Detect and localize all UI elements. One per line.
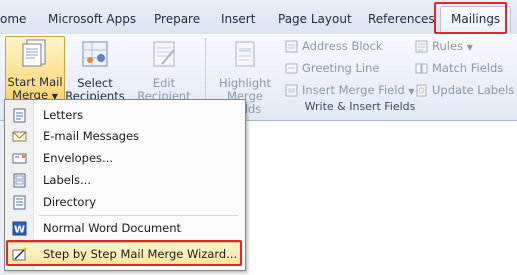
menu-item-label: Letters xyxy=(43,108,84,122)
edit-list-icon xyxy=(153,41,175,67)
menu-item-label: Normal Word Document xyxy=(43,221,182,235)
chevron-down-icon: ▼ xyxy=(466,43,473,52)
menu-item-normal-word-document[interactable]: W Normal Word Document xyxy=(5,217,245,239)
greeting-line-icon xyxy=(285,63,298,74)
menu-separator xyxy=(39,215,239,216)
menu-item-label: E-mail Messages xyxy=(43,129,140,143)
update-labels-label: Update Labels xyxy=(432,83,515,97)
mailings-tab-highlight xyxy=(434,2,507,34)
update-labels-button[interactable]: Update Labels xyxy=(415,81,514,99)
address-block-icon xyxy=(285,40,298,53)
wizard-highlight-box xyxy=(6,240,242,266)
address-block-label: Address Block xyxy=(302,39,383,53)
tab-page-layout[interactable]: Page Layout xyxy=(278,8,352,30)
labels-icon xyxy=(13,173,26,188)
menu-item-envelopes[interactable]: Envelopes... xyxy=(5,147,245,169)
recipients-icon xyxy=(82,41,108,67)
letter-icon xyxy=(13,108,26,123)
mail-merge-document-icon xyxy=(22,39,46,67)
rules-icon xyxy=(415,40,428,53)
menu-item-directory[interactable]: Directory xyxy=(5,191,245,213)
tab-references[interactable]: References xyxy=(368,8,435,30)
insert-field-icon xyxy=(285,84,298,97)
update-labels-icon xyxy=(416,84,427,97)
write-insert-fields-group-label: Write & Insert Fields xyxy=(304,100,416,113)
tab-insert[interactable]: Insert xyxy=(221,8,255,30)
menu-item-label: Directory xyxy=(43,195,97,209)
tab-home[interactable]: ome xyxy=(0,8,26,30)
insert-merge-field-label: Insert Merge Field xyxy=(302,83,405,97)
insert-merge-field-button[interactable]: Insert Merge Field ▼ xyxy=(285,81,415,99)
directory-icon xyxy=(13,195,26,210)
menu-item-email-messages[interactable]: E-mail Messages xyxy=(5,125,245,147)
address-block-button[interactable]: Address Block xyxy=(285,37,383,55)
envelope-icon xyxy=(12,153,27,164)
rules-label: Rules xyxy=(432,39,464,53)
match-fields-label: Match Fields xyxy=(432,61,504,75)
menu-item-labels[interactable]: Labels... xyxy=(5,169,245,191)
rules-button[interactable]: Rules ▼ xyxy=(415,37,473,55)
email-icon xyxy=(12,131,27,142)
menu-item-label: Envelopes... xyxy=(43,151,113,165)
chevron-down-icon: ▼ xyxy=(408,87,415,96)
greeting-line-label: Greeting Line xyxy=(302,61,380,75)
menu-item-letters[interactable]: Letters xyxy=(5,104,245,126)
greeting-line-button[interactable]: Greeting Line xyxy=(285,59,379,77)
tab-microsoft-apps[interactable]: Microsoft Apps xyxy=(48,8,136,30)
svg-text:W: W xyxy=(14,225,25,236)
highlight-fields-icon xyxy=(235,41,255,67)
match-fields-icon xyxy=(415,63,428,74)
start-mail-merge-button[interactable]: Start Mail Merge ▼ xyxy=(5,36,65,104)
tab-prepare[interactable]: Prepare xyxy=(154,8,200,30)
match-fields-button[interactable]: Match Fields xyxy=(415,59,503,77)
word-document-icon: W xyxy=(12,221,27,236)
menu-item-label: Labels... xyxy=(43,173,91,187)
